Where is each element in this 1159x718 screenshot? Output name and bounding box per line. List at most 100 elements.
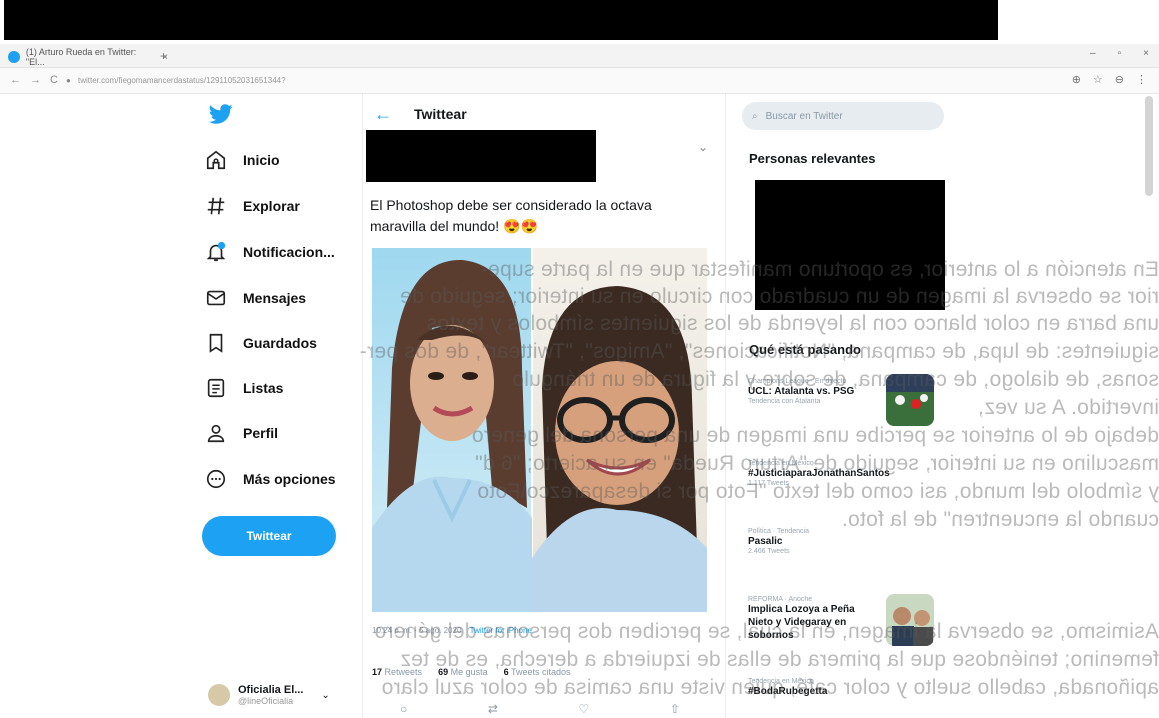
share-icon[interactable]: ⇧ xyxy=(670,702,680,716)
likes-stat[interactable]: 69 Me gusta xyxy=(438,667,488,677)
bookmark-icon xyxy=(209,333,223,353)
bell-icon xyxy=(206,241,226,262)
trend-item[interactable]: Política · Tendencia Pasalic 2.466 Tweet… xyxy=(748,528,938,555)
trend-title: Pasalic xyxy=(748,536,783,547)
tweet-source-link[interactable]: Twitter for iPhone xyxy=(470,626,532,635)
retweets-stat[interactable]: 17 Retweets xyxy=(372,667,422,677)
stat-count: 17 xyxy=(372,667,383,677)
back-icon[interactable]: ← xyxy=(374,104,392,125)
trends-section-title: Qué está pasando xyxy=(749,342,861,357)
redaction-bar-top xyxy=(4,0,998,40)
trend-title: #JusticiaparaJonathanSantos xyxy=(748,468,890,479)
reply-icon[interactable]: ○ xyxy=(400,702,407,716)
tweet-photo[interactable] xyxy=(372,248,707,612)
nav-item-guardados[interactable]: Guardados xyxy=(205,328,317,358)
account-switcher[interactable]: Oficialia El... @lineOficialia ⌄ xyxy=(208,684,330,706)
envelope-icon xyxy=(206,290,226,306)
zoom-icon[interactable]: ⊕ xyxy=(1072,73,1081,86)
nav-label: Listas xyxy=(243,380,284,396)
new-tab-icon[interactable]: + xyxy=(160,49,167,63)
nav-label: Mensajes xyxy=(243,290,307,306)
trend-category: Tendencia en México xyxy=(748,460,814,467)
scan-bleed-line: femenino; teniéndose que la primera de e… xyxy=(400,648,1159,671)
account-name: Oficialia El... xyxy=(238,684,304,696)
more-icon xyxy=(206,469,226,489)
trend-item[interactable]: Tendencia en México #BodaRubegetta xyxy=(748,678,938,698)
browser-extensions: ⊕ ☆ ⊖ ⋮ xyxy=(1072,73,1147,86)
stat-label: Retweets xyxy=(384,667,423,677)
address-bar: ← → C ● twitter.com/fiegomamancerdastatu… xyxy=(0,68,1159,94)
redaction-author xyxy=(366,130,596,182)
nav-item-explorar[interactable]: Explorar xyxy=(205,191,300,221)
redaction-people xyxy=(755,180,945,310)
maximize-icon[interactable]: ▫ xyxy=(1118,48,1122,59)
trend-item[interactable]: REFORMA · Anoche Implica Lozoya a Peña N… xyxy=(748,596,878,642)
menu-icon[interactable]: ⋮ xyxy=(1136,73,1147,86)
chevron-down-icon[interactable]: ⌄ xyxy=(321,690,329,701)
column-divider-right xyxy=(725,94,726,718)
trend-category: Tendencia en México xyxy=(748,678,814,685)
reload-icon[interactable]: C xyxy=(50,74,58,86)
nav-item-mas-opciones[interactable]: Más opciones xyxy=(205,464,336,494)
lock-icon: ● xyxy=(66,76,71,85)
close-window-icon[interactable]: × xyxy=(1143,48,1149,59)
people-section-title: Personas relevantes xyxy=(749,151,876,166)
minimize-icon[interactable]: – xyxy=(1090,48,1096,59)
tweet-actions: ○ ⇄ ♡ ⇧ xyxy=(400,702,680,716)
trend-count: 1.117 Tweets xyxy=(748,480,789,487)
scrollbar[interactable] xyxy=(1145,96,1153,196)
trend-count: 2.466 Tweets xyxy=(748,548,790,555)
search-icon: ⌕ xyxy=(752,110,758,122)
trend-category: Política · Tendencia xyxy=(748,528,809,535)
person-icon xyxy=(207,424,225,443)
tab-title: (1) Arturo Rueda en Twitter: "El... xyxy=(25,47,137,67)
forward-arrow-icon[interactable]: → xyxy=(30,74,41,86)
like-icon[interactable]: ♡ xyxy=(579,702,590,716)
quotes-stat[interactable]: 6 Tweets citados xyxy=(504,667,571,677)
search-placeholder: Buscar en Twitter xyxy=(765,110,843,122)
trend-category: REFORMA · Anoche xyxy=(748,596,813,603)
nav-label: Más opciones xyxy=(243,471,336,487)
column-divider-left xyxy=(362,94,363,718)
trend-title: #BodaRubegetta xyxy=(748,686,828,697)
browser-tab[interactable]: (1) Arturo Rueda en Twitter: "El... × xyxy=(8,47,168,67)
nav-item-perfil[interactable]: Perfil xyxy=(205,418,278,448)
account-handle: @lineOficialia xyxy=(238,696,294,706)
home-icon xyxy=(206,150,226,170)
scan-bleed-line: Asimismo, se observa la imagen, en la cu… xyxy=(374,620,1159,643)
star-icon[interactable]: ☆ xyxy=(1093,73,1103,86)
stat-count: 6 xyxy=(503,667,509,677)
stat-label: Tweets citados xyxy=(510,667,571,677)
nav-label: Explorar xyxy=(243,198,300,214)
scan-bleed-line: apiñonada, cabello suelto y color café, … xyxy=(381,676,1159,699)
url-field[interactable]: twitter.com/fiegomamancerdastatus/129110… xyxy=(78,76,286,85)
news-image xyxy=(886,594,934,646)
nav-label: Notificacion... xyxy=(243,244,335,260)
stat-label: Me gusta xyxy=(450,667,488,677)
soccer-image xyxy=(886,374,934,426)
trend-thumbnail xyxy=(886,374,934,426)
twitter-favicon-icon xyxy=(8,51,20,63)
nav-item-notificaciones[interactable]: Notificacion... xyxy=(205,237,335,267)
trend-item[interactable]: Tendencia en México #JusticiaparaJonatha… xyxy=(748,460,938,487)
retweet-icon[interactable]: ⇄ xyxy=(488,702,498,716)
chevron-down-icon[interactable]: ⌄ xyxy=(698,140,708,154)
tweet-timestamp: 10:24 p. m. · 5 ago. 2020 xyxy=(372,626,462,635)
tweet-button[interactable]: Twittear xyxy=(202,516,336,556)
back-arrow-icon[interactable]: ← xyxy=(10,74,21,86)
hashtag-icon xyxy=(207,197,225,215)
nav-item-inicio[interactable]: Inicio xyxy=(205,145,280,175)
nav-label: Inicio xyxy=(243,152,280,168)
tweet-stats: 17 Retweets 69 Me gusta 6 Tweets citados xyxy=(372,667,571,677)
avatar xyxy=(208,684,230,706)
page-title: Twittear xyxy=(414,106,467,122)
nav-item-listas[interactable]: Listas xyxy=(205,373,283,403)
list-icon xyxy=(207,378,225,398)
photo-image xyxy=(372,248,707,612)
search-input[interactable]: ⌕ Buscar en Twitter xyxy=(742,102,944,130)
trend-title: Implica Lozoya a Peña Nieto y Videgaray … xyxy=(748,604,855,641)
twitter-logo-icon[interactable] xyxy=(208,102,234,126)
profile-icon[interactable]: ⊖ xyxy=(1115,73,1124,86)
nav-item-mensajes[interactable]: Mensajes xyxy=(205,283,306,313)
browser-tab-bar: (1) Arturo Rueda en Twitter: "El... × + … xyxy=(0,44,1159,68)
